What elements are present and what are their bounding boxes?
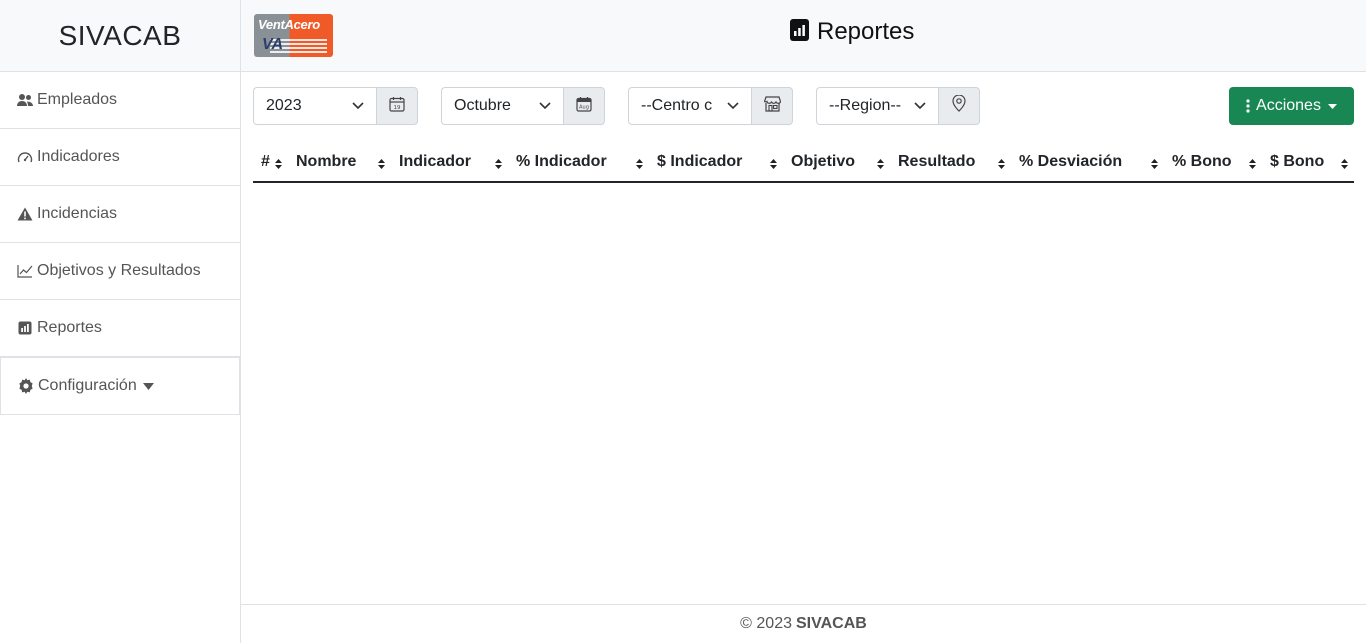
sidebar-item-label: Indicadores [37, 148, 120, 165]
sort-icon [378, 156, 385, 174]
sort-icon [1249, 156, 1256, 174]
sidebar-item-configuracion[interactable]: Configuración [0, 357, 240, 415]
calendar-month-icon: Aug [576, 96, 592, 117]
month-calendar-button[interactable]: Aug [563, 87, 605, 125]
region-filter: --Region-- [816, 87, 980, 125]
table-header-row: # Nombre Indicador % Indicador $ Indicad… [253, 142, 1354, 183]
sidebar: SIVACAB Empleados Indicadores Incidencia… [0, 0, 241, 643]
column-header-indicador[interactable]: Indicador [391, 142, 508, 183]
footer: © 2023 SIVACAB [241, 604, 1366, 643]
warning-icon [16, 206, 33, 223]
month-select[interactable]: Octubre [441, 87, 563, 125]
main-content: VentAcero VA Reportes 2023 19 Octubre Au… [241, 0, 1366, 643]
sort-icon [275, 156, 282, 174]
column-header-pct-desviacion[interactable]: % Desviación [1011, 142, 1164, 183]
center-select[interactable]: --Centro c [628, 87, 751, 125]
sidebar-item-reportes[interactable]: Reportes [0, 300, 240, 357]
line-chart-icon [16, 263, 33, 280]
chevron-down-icon [352, 97, 364, 115]
footer-brand: SIVACAB [796, 615, 867, 632]
sidebar-item-label: Empleados [37, 91, 118, 108]
column-header-resultado[interactable]: Resultado [890, 142, 1011, 183]
actions-dropdown-button[interactable]: Acciones [1229, 87, 1354, 125]
speedometer-icon [16, 149, 33, 166]
column-header-pct-bono[interactable]: % Bono [1164, 142, 1262, 183]
region-location-button[interactable] [938, 87, 980, 125]
sort-icon [877, 156, 884, 174]
chevron-down-icon [914, 97, 926, 115]
sort-icon [1341, 156, 1348, 174]
app-root: SIVACAB Empleados Indicadores Incidencia… [0, 0, 1366, 643]
month-filter: Octubre Aug [441, 87, 605, 125]
sort-icon [636, 156, 643, 174]
sort-icon [770, 156, 777, 174]
ventacero-logo: VentAcero VA [254, 14, 333, 57]
shop-icon [763, 95, 781, 117]
report-chart-icon [790, 18, 809, 46]
center-shop-button[interactable] [751, 87, 793, 125]
svg-text:Aug: Aug [579, 104, 589, 110]
sidebar-item-incidencias[interactable]: Incidencias [0, 186, 240, 243]
page-title: Reportes [790, 18, 914, 46]
caret-down-icon [142, 382, 154, 390]
chevron-down-icon [727, 97, 739, 115]
column-header-number[interactable]: # [253, 142, 288, 183]
center-filter: --Centro c [628, 87, 793, 125]
region-select[interactable]: --Region-- [816, 87, 938, 125]
sidebar-item-empleados[interactable]: Empleados [0, 72, 240, 129]
report-table: # Nombre Indicador % Indicador $ Indicad… [253, 142, 1354, 183]
people-icon [16, 92, 33, 109]
chevron-down-icon [539, 97, 551, 115]
gear-icon [17, 378, 34, 395]
sidebar-item-label: Configuración [38, 377, 137, 394]
sidebar-item-objetivos[interactable]: Objetivos y Resultados [0, 243, 240, 300]
caret-down-icon [1327, 103, 1337, 109]
brand-name: SIVACAB [58, 19, 182, 51]
svg-text:19: 19 [394, 105, 401, 111]
column-header-nombre[interactable]: Nombre [288, 142, 391, 183]
sidebar-item-label: Incidencias [37, 205, 118, 222]
sort-icon [495, 156, 502, 174]
year-filter: 2023 19 [253, 87, 418, 125]
location-pin-icon [952, 94, 966, 117]
year-calendar-button[interactable]: 19 [376, 87, 418, 125]
year-select[interactable]: 2023 [253, 87, 376, 125]
top-bar: VentAcero VA Reportes [241, 0, 1366, 72]
vertical-dots-icon [1246, 99, 1250, 113]
column-header-amount-bono[interactable]: $ Bono [1262, 142, 1354, 183]
column-header-pct-indicador[interactable]: % Indicador [508, 142, 649, 183]
sort-icon [1151, 156, 1158, 174]
calendar-icon: 19 [389, 96, 405, 117]
column-header-objetivo[interactable]: Objetivo [783, 142, 890, 183]
filters-bar: 2023 19 Octubre Aug --Centro c --Region-… [241, 72, 1366, 142]
brand-header: SIVACAB [0, 0, 240, 72]
sort-icon [998, 156, 1005, 174]
sidebar-item-label: Reportes [37, 319, 102, 336]
sidebar-item-indicadores[interactable]: Indicadores [0, 129, 240, 186]
sidebar-item-label: Objetivos y Resultados [37, 262, 201, 279]
footer-copyright: © 2023 [740, 615, 792, 632]
column-header-amount-indicador[interactable]: $ Indicador [649, 142, 783, 183]
report-chart-icon [16, 320, 33, 337]
